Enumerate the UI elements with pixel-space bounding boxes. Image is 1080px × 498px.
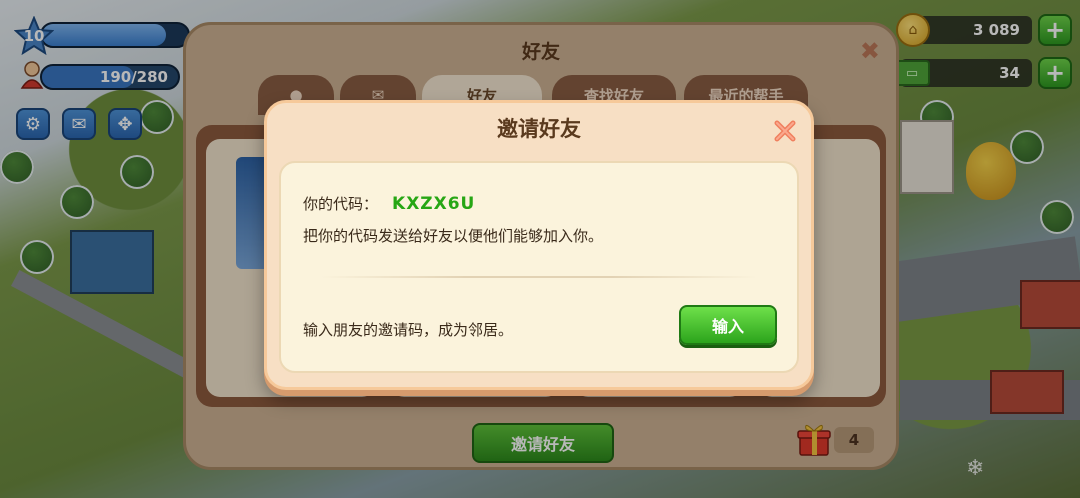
invite-code: KXZX6U [392,194,476,214]
enter-code-label: 输入 [711,317,744,336]
share-instructions: 把你的代码发送给好友以便他们能够加入你。 [303,227,604,245]
close-icon[interactable] [773,119,797,143]
invite-friends-dialog: 邀请好友 你的代码： KXZX6U 把你的代码发送给好友以便他们能够加入你。 输入… [264,100,814,390]
dialog-title: 邀请好友 [497,117,581,141]
dialog-content: 你的代码： KXZX6U 把你的代码发送给好友以便他们能够加入你。 输入朋友的邀请… [279,161,799,373]
enter-code-button[interactable]: 输入 [679,305,777,345]
code-label: 你的代码： [303,195,379,213]
code-row: 你的代码： KXZX6U [303,193,475,214]
enter-code-instructions: 输入朋友的邀请码，成为邻居。 [303,321,514,339]
divider [321,276,757,278]
